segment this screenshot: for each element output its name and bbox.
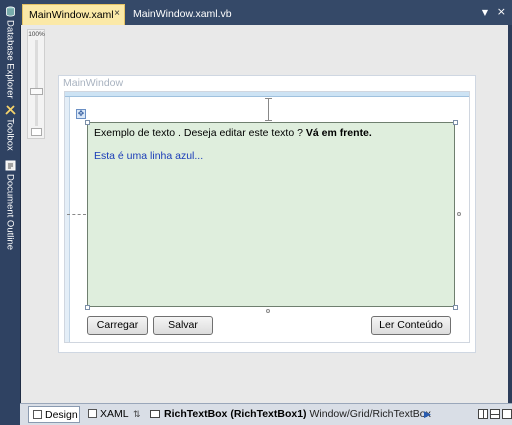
collapse-pane-icon[interactable] <box>502 409 512 419</box>
breadcrumb-arrow-icon[interactable]: ▶ <box>424 409 431 420</box>
element-breadcrumb[interactable]: RichTextBox (RichTextBox1) Window/Grid/R… <box>150 408 431 420</box>
zoom-slider-thumb[interactable] <box>30 88 43 95</box>
zoom-slider-track[interactable] <box>35 40 38 126</box>
tab-mainwindow-xaml-vb-label: MainWindow.xaml.vb <box>133 8 232 20</box>
split-vertical-icon[interactable] <box>478 409 488 419</box>
grid-column-rail[interactable] <box>65 92 469 97</box>
toolbox-tab[interactable]: Toolbox <box>1 104 19 151</box>
window-title: MainWindow <box>63 77 124 89</box>
document-outline-tab[interactable]: Document Outline <box>1 160 19 250</box>
element-icon <box>150 410 160 418</box>
document-outline-icon <box>5 160 15 171</box>
toolbox-icon <box>4 105 16 115</box>
left-margin-adorner <box>67 214 86 215</box>
design-view-icon <box>33 410 42 419</box>
line1-bold-text: Vá em frente. <box>305 127 372 139</box>
xaml-view-label: XAML <box>100 408 129 420</box>
resize-handle-bottom-left[interactable] <box>85 305 90 310</box>
move-handle-icon[interactable]: ✥ <box>76 109 86 119</box>
designer-surface: 100% MainWindow ✥ Exemplo de texto . Des… <box>20 25 512 403</box>
ler-conteudo-button[interactable]: Ler Conteúdo <box>371 316 451 335</box>
grid-row-rail[interactable] <box>65 97 70 342</box>
resize-handle-top-right[interactable] <box>453 120 458 125</box>
resize-handle-bottom-right[interactable] <box>453 305 458 310</box>
toolbox-label: Toolbox <box>4 118 16 151</box>
database-icon <box>5 6 15 17</box>
selected-element-name[interactable]: RichTextBox (RichTextBox1) <box>164 408 307 420</box>
zoom-percent: 100% <box>28 31 45 38</box>
document-tab-strip: MainWindow.xaml × MainWindow.xaml.vb ▼ × <box>20 0 512 25</box>
database-explorer-tab[interactable]: Database Explorer <box>1 6 19 99</box>
tab-xaml-view[interactable]: XAML <box>84 406 133 423</box>
close-tab-icon[interactable]: × <box>114 8 120 19</box>
right-margin-marker[interactable] <box>457 212 461 216</box>
resize-handle-top-left[interactable] <box>85 120 90 125</box>
database-explorer-label: Database Explorer <box>4 20 16 99</box>
swap-panes-icon[interactable]: ⇅ <box>133 409 141 420</box>
document-outline-label: Document Outline <box>4 174 16 251</box>
side-tool-strip: Database Explorer Toolbox Document Outli… <box>0 0 20 425</box>
richtextbox-line-1: Exemplo de texto . Deseja editar este te… <box>94 127 448 139</box>
tab-mainwindow-xaml[interactable]: MainWindow.xaml × <box>22 4 125 25</box>
zoom-fit-icon[interactable] <box>31 128 42 136</box>
split-horizontal-icon[interactable] <box>490 409 500 419</box>
designer-status-bar: Design XAML ⇅ RichTextBox (RichTextBox1)… <box>20 403 512 425</box>
tab-design-view[interactable]: Design <box>28 406 80 423</box>
line1-text: Exemplo de texto . Deseja editar este te… <box>94 127 303 139</box>
tab-list-dropdown-icon[interactable]: ▼ <box>482 8 488 17</box>
tab-mainwindow-xaml-vb[interactable]: MainWindow.xaml.vb <box>127 4 238 25</box>
carregar-button[interactable]: Carregar <box>87 316 148 335</box>
bottom-margin-marker[interactable] <box>266 309 270 313</box>
zoom-control: 100% <box>27 29 45 139</box>
xaml-view-icon <box>88 409 97 418</box>
richtextbox[interactable]: Exemplo de texto . Deseja editar este te… <box>87 122 455 307</box>
close-document-icon[interactable]: × <box>497 5 506 18</box>
richtextbox-line-2: Esta é uma linha azul... <box>94 150 204 162</box>
design-view-label: Design <box>45 409 78 421</box>
tab-mainwindow-xaml-label: MainWindow.xaml <box>29 9 114 21</box>
salvar-button[interactable]: Salvar <box>153 316 213 335</box>
element-path[interactable]: Window/Grid/RichTextBox <box>309 408 430 420</box>
top-margin-adorner <box>265 98 272 121</box>
